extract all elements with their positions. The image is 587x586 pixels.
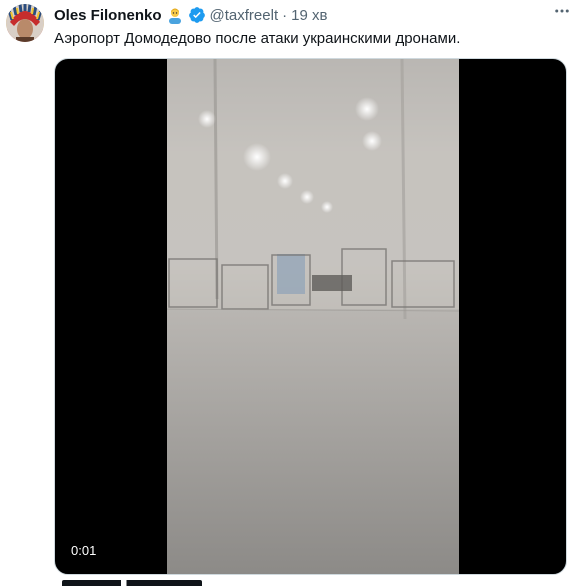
avatar[interactable] — [6, 4, 44, 42]
verified-badge-icon — [188, 6, 206, 24]
person-raising-hand-emoji-icon — [166, 6, 184, 24]
user-handle[interactable]: @taxfreelt — [210, 7, 279, 24]
next-tweet-partial — [54, 579, 254, 586]
tweet[interactable]: Oles Filonenko @taxfreelt · 19 хв Аэропо… — [0, 0, 587, 586]
tweet-timestamp[interactable]: 19 хв — [291, 7, 327, 24]
more-options-icon[interactable] — [551, 2, 573, 24]
tweet-header: Oles Filonenko @taxfreelt · 19 хв — [54, 4, 327, 26]
display-name[interactable]: Oles Filonenko — [54, 7, 162, 24]
tweet-text: Аэропорт Домодедово после атаки украинск… — [54, 30, 461, 47]
separator-dot: · — [282, 6, 288, 24]
video-timestamp: 0:01 — [67, 541, 101, 560]
video-frame[interactable] — [167, 59, 459, 574]
partial-text-bar — [62, 580, 202, 586]
video-player[interactable]: 0:01 — [54, 58, 567, 575]
